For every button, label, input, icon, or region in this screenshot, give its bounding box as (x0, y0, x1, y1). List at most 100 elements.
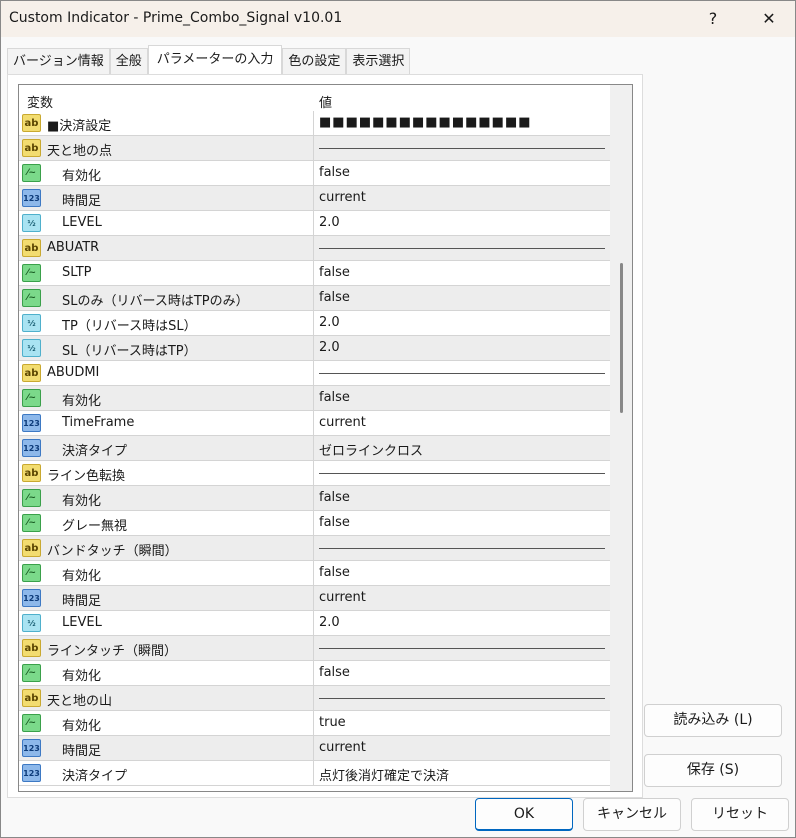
tab-colors[interactable]: 色の設定 (282, 48, 347, 74)
save-button[interactable]: 保存 (S) (644, 754, 782, 787)
table-row[interactable]: ½ SL（リバース時はTP） 2.0 (19, 336, 611, 361)
variable-name: TP（リバース時はSL） (62, 319, 197, 334)
table-row[interactable]: ab ライン色転換 (19, 461, 611, 486)
table-row[interactable]: ⁄~ 有効化 false (19, 486, 611, 511)
value-cell[interactable]: ■■■■■■■■■■■■■■■■ (319, 115, 532, 130)
double-type-icon: ½ (22, 214, 41, 232)
table-row[interactable]: ⁄~ 有効化 false (19, 661, 611, 686)
variable-name: 天と地の点 (47, 144, 113, 159)
string-type-icon: ab (22, 114, 41, 132)
table-row[interactable]: 123 時間足 current (19, 736, 611, 761)
value-cell[interactable]: true (319, 715, 346, 730)
integer-type-icon: 123 (22, 764, 41, 782)
load-button[interactable]: 読み込み (L) (644, 704, 782, 737)
bool-type-icon: ⁄~ (22, 264, 41, 282)
table-row[interactable]: 123 TimeFrame current (19, 411, 611, 436)
table-row[interactable]: 123 決済タイプ 点灯後消灯確定で決済 (19, 761, 611, 786)
table-row[interactable]: ab ABUATR (19, 236, 611, 261)
variable-cell: ab ABUATR (19, 236, 314, 260)
table-row[interactable]: ⁄~ SLTP false (19, 261, 611, 286)
string-type-icon: ab (22, 689, 41, 707)
value-cell[interactable]: false (319, 665, 350, 680)
variable-cell: ½ TP（リバース時はSL） (19, 311, 314, 335)
value-cell[interactable]: false (319, 490, 350, 505)
reset-button[interactable]: リセット (691, 798, 789, 831)
integer-type-icon: 123 (22, 414, 41, 432)
table-row[interactable]: ab 天と地の山 (19, 686, 611, 711)
value-cell[interactable]: 点灯後消灯確定で決済 (319, 765, 449, 784)
value-cell[interactable]: false (319, 515, 350, 530)
value-cell[interactable]: false (319, 290, 350, 305)
table-row[interactable]: ab ■決済設定 ■■■■■■■■■■■■■■■■ (19, 111, 611, 136)
tab-bar: バージョン情報 全般 パラメーターの入力 色の設定 表示選択 (7, 45, 411, 74)
table-row[interactable]: ⁄~ 有効化 false (19, 386, 611, 411)
variable-name: TimeFrame (62, 415, 135, 430)
close-button[interactable]: ✕ (747, 5, 791, 33)
tab-visualization[interactable]: 表示選択 (346, 48, 411, 74)
table-row[interactable]: ⁄~ 有効化 false (19, 561, 611, 586)
variable-name: ABUDMI (47, 365, 100, 380)
string-type-icon: ab (22, 539, 41, 557)
column-header-variable[interactable]: 変数 (27, 92, 53, 111)
table-row[interactable]: 123 決済タイプ ゼロラインクロス (19, 436, 611, 461)
table-row[interactable]: ½ LEVEL 2.0 (19, 611, 611, 636)
variable-cell: ⁄~ 有効化 (19, 386, 314, 410)
value-cell[interactable]: current (319, 590, 366, 605)
value-cell[interactable]: current (319, 190, 366, 205)
variable-name: 有効化 (62, 169, 102, 184)
ok-button[interactable]: OK (475, 798, 573, 831)
tab-general[interactable]: 全般 (109, 48, 148, 74)
variable-cell: ⁄~ SLTP (19, 261, 314, 285)
variable-cell: ab 天と地の点 (19, 136, 314, 160)
table-row[interactable]: ab ラインタッチ（瞬間） (19, 636, 611, 661)
table-row[interactable]: 123 時間足 current (19, 186, 611, 211)
value-cell[interactable]: current (319, 415, 366, 430)
value-cell[interactable]: false (319, 265, 350, 280)
table-row[interactable]: ⁄~ SLのみ（リバース時はTPのみ） false (19, 286, 611, 311)
variable-name: 有効化 (62, 719, 102, 734)
variable-name: 決済タイプ (62, 444, 128, 459)
variable-cell: ½ LEVEL (19, 611, 314, 635)
value-cell[interactable]: false (319, 165, 350, 180)
column-header-value[interactable]: 値 (319, 92, 332, 111)
variable-cell: 123 時間足 (19, 586, 314, 610)
help-button[interactable]: ? (691, 5, 735, 33)
vertical-scrollbar[interactable] (610, 85, 632, 791)
value-cell[interactable]: false (319, 565, 350, 580)
scrollbar-thumb[interactable] (620, 263, 623, 413)
value-cell[interactable]: ゼロラインクロス (319, 440, 423, 459)
value-cell[interactable]: 2.0 (319, 615, 340, 630)
integer-type-icon: 123 (22, 589, 41, 607)
tab-version-info[interactable]: バージョン情報 (7, 48, 110, 74)
table-row[interactable]: ⁄~ 有効化 false (19, 161, 611, 186)
variable-cell: 123 決済タイプ (19, 761, 314, 785)
tab-input-parameters[interactable]: パラメーターの入力 (147, 45, 283, 74)
string-type-icon: ab (22, 364, 41, 382)
variable-name: グレー無視 (62, 519, 128, 534)
variable-cell: ⁄~ SLのみ（リバース時はTPのみ） (19, 286, 314, 310)
table-row[interactable]: ab 天と地の点 (19, 136, 611, 161)
value-cell[interactable]: current (319, 740, 366, 755)
variable-cell: ab ABUDMI (19, 361, 314, 385)
table-row[interactable]: ½ TP（リバース時はSL） 2.0 (19, 311, 611, 336)
value-cell[interactable]: 2.0 (319, 340, 340, 355)
string-type-icon: ab (22, 464, 41, 482)
string-type-icon: ab (22, 639, 41, 657)
table-row[interactable]: ab ABUDMI (19, 361, 611, 386)
table-row[interactable]: ab バンドタッチ（瞬間） (19, 536, 611, 561)
variable-name: ■決済設定 (47, 119, 112, 134)
separator-line (319, 248, 605, 249)
separator-line (319, 373, 605, 374)
bool-type-icon: ⁄~ (22, 389, 41, 407)
table-row[interactable]: ⁄~ グレー無視 false (19, 511, 611, 536)
value-cell[interactable]: 2.0 (319, 315, 340, 330)
value-cell[interactable]: 2.0 (319, 215, 340, 230)
variable-name: 天と地の山 (47, 694, 113, 709)
table-row[interactable]: ½ LEVEL 2.0 (19, 211, 611, 236)
table-row[interactable]: 123 時間足 current (19, 586, 611, 611)
cancel-button[interactable]: キャンセル (583, 798, 681, 831)
bool-type-icon: ⁄~ (22, 489, 41, 507)
variable-name: ラインタッチ（瞬間） (47, 644, 178, 659)
value-cell[interactable]: false (319, 390, 350, 405)
table-row[interactable]: ⁄~ 有効化 true (19, 711, 611, 736)
